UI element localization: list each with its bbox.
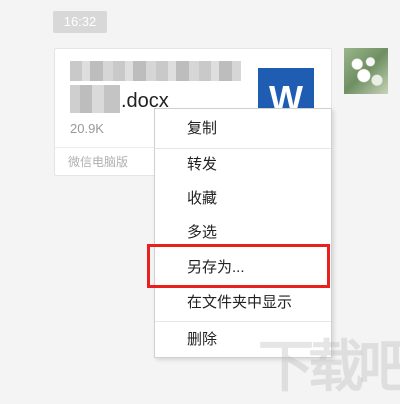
file-name-blurred	[70, 61, 241, 81]
message-timestamp: 16:32	[53, 11, 107, 33]
menu-item-show-in-folder[interactable]: 在文件夹中显示	[155, 286, 331, 320]
menu-item-forward[interactable]: 转发	[155, 148, 331, 182]
file-name-blurred-part	[70, 85, 120, 113]
context-menu: 复制 转发 收藏 多选 另存为... 在文件夹中显示 删除	[154, 108, 332, 358]
menu-item-copy[interactable]: 复制	[155, 112, 331, 146]
avatar[interactable]	[344, 48, 388, 94]
file-source-label: 微信电脑版	[68, 155, 129, 169]
watermark-logo: 下载吧	[258, 335, 400, 398]
save-as-highlight-box	[147, 244, 330, 288]
menu-item-favorite[interactable]: 收藏	[155, 182, 331, 216]
file-size: 20.9K	[70, 121, 104, 136]
